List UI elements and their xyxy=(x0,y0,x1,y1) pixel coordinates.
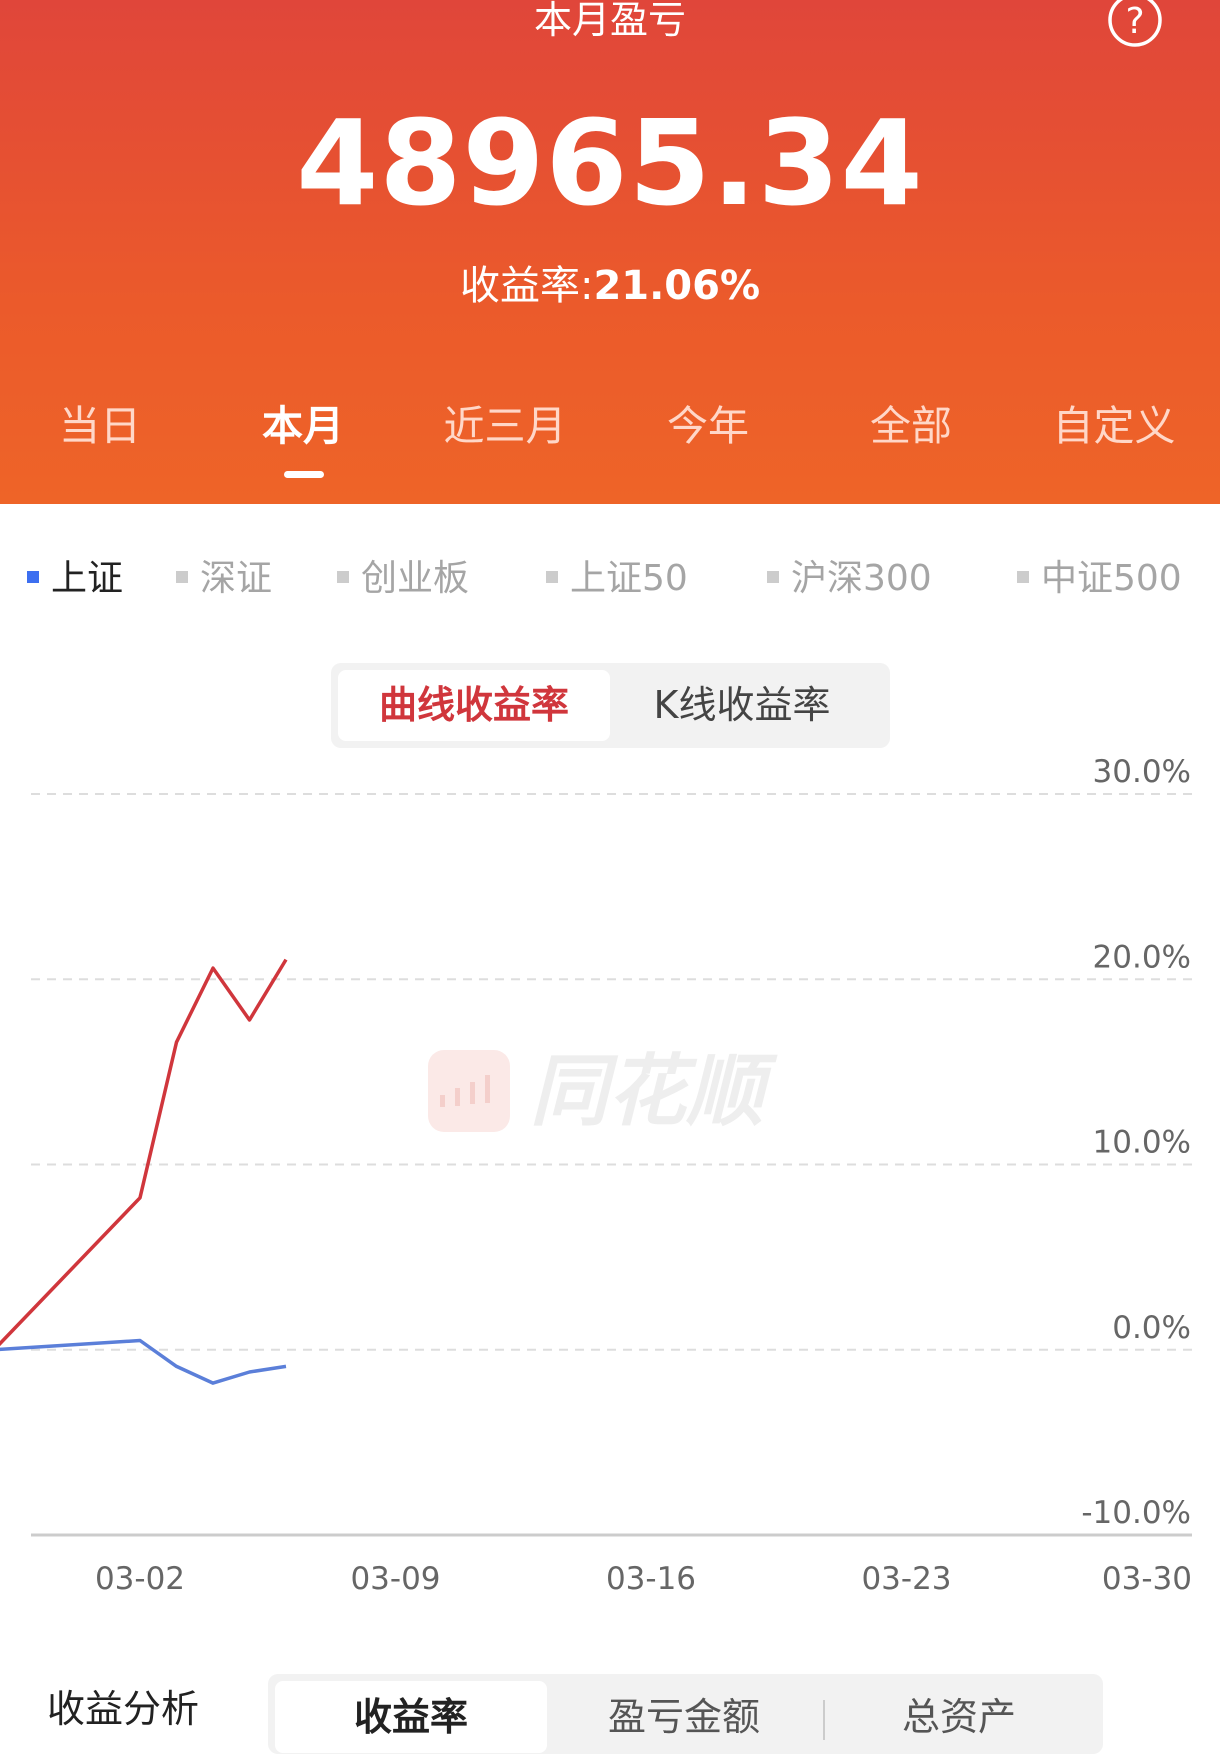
index-tab-shanghai[interactable]: 上证 xyxy=(27,554,123,604)
watermark-candle xyxy=(440,1095,445,1107)
svg-text:?: ? xyxy=(1125,1,1144,42)
return-rate: 收益率:21.06% xyxy=(0,258,1220,314)
y-tick-label: 20.0% xyxy=(1093,939,1191,975)
x-tick-label: 03-23 xyxy=(861,1561,951,1597)
y-tick-label: 10.0% xyxy=(1093,1125,1191,1161)
chart-mode-toggle: 曲线收益率 K线收益率 xyxy=(331,663,890,748)
tab-custom[interactable]: 自定义 xyxy=(1014,396,1214,456)
watermark-candle xyxy=(455,1088,460,1106)
watermark-candle xyxy=(485,1075,490,1103)
watermark-logo-icon xyxy=(428,1050,510,1132)
active-tab-indicator xyxy=(284,471,324,478)
index-compare-tabs: 上证 深证 创业板 上证50 沪深300 中证500 xyxy=(0,554,1220,604)
index-tab-chinext[interactable]: 创业板 xyxy=(337,554,469,604)
x-tick-label: 03-30 xyxy=(1102,1561,1192,1597)
y-tick-label: 30.0% xyxy=(1093,754,1191,790)
return-rate-value: 21.06% xyxy=(593,263,761,309)
y-axis-ticks: 30.0% 20.0% 10.0% 0.0% -10.0% xyxy=(1081,754,1191,1531)
x-tick-label: 03-09 xyxy=(350,1561,440,1597)
question-circle-icon[interactable]: ? xyxy=(1106,0,1164,48)
watermark-candle xyxy=(470,1082,475,1104)
kline-return-button[interactable]: K线收益率 xyxy=(606,670,878,741)
chart-watermark: 同花顺 xyxy=(428,1047,778,1137)
return-rate-label: 收益率: xyxy=(459,263,594,309)
index-tab-sse50[interactable]: 上证50 xyxy=(546,554,688,604)
index-return-line xyxy=(0,1338,287,1385)
page-title: 本月盈亏 xyxy=(533,0,686,42)
tab-all[interactable]: 全部 xyxy=(811,396,1011,456)
x-axis-ticks: 03-02 03-09 03-16 03-23 03-30 xyxy=(95,1561,1192,1597)
legend-square-icon xyxy=(27,571,39,583)
legend-square-icon xyxy=(337,571,349,583)
y-tick-label: 0.0% xyxy=(1112,1310,1191,1346)
tab-total-assets[interactable]: 总资产 xyxy=(823,1681,1095,1753)
chart-series xyxy=(0,958,288,1385)
period-tabs: 当日 本月 近三月 今年 全部 自定义 xyxy=(0,396,1220,456)
profit-header: 本月盈亏 ? 48965.34 收益率:21.06% 当日 本月 近三月 今年 … xyxy=(0,0,1220,504)
x-tick-label: 03-02 xyxy=(95,1561,185,1597)
return-chart: 同花顺 30.0% 20.0% 10.0% 0.0% -10.0% 03-02 03-09… xyxy=(0,754,1192,1597)
index-tab-csi500[interactable]: 中证500 xyxy=(1017,554,1182,604)
tab-this-month[interactable]: 本月 xyxy=(203,396,403,456)
index-tab-csi300[interactable]: 沪深300 xyxy=(767,554,932,604)
analysis-label: 收益分析 xyxy=(47,1687,200,1731)
tab-three-months[interactable]: 近三月 xyxy=(405,396,605,456)
x-tick-label: 03-16 xyxy=(606,1561,696,1597)
portfolio-return-line xyxy=(0,958,288,1347)
tab-today[interactable]: 当日 xyxy=(0,396,200,456)
curve-return-button[interactable]: 曲线收益率 xyxy=(338,670,610,741)
tab-this-year[interactable]: 今年 xyxy=(608,396,808,456)
tab-return-rate[interactable]: 收益率 xyxy=(275,1681,547,1753)
legend-square-icon xyxy=(1017,571,1029,583)
y-tick-label: -10.0% xyxy=(1081,1495,1191,1531)
index-tab-shenzhen[interactable]: 深证 xyxy=(176,554,272,604)
legend-square-icon xyxy=(176,571,188,583)
legend-square-icon xyxy=(546,571,558,583)
tab-profit-amount[interactable]: 盈亏金额 xyxy=(548,1681,820,1753)
profit-amount: 48965.34 xyxy=(296,94,924,232)
watermark-text: 同花顺 xyxy=(530,1047,778,1137)
legend-square-icon xyxy=(767,571,779,583)
analysis-tabs: 收益率 盈亏金额 总资产 xyxy=(268,1674,1103,1754)
